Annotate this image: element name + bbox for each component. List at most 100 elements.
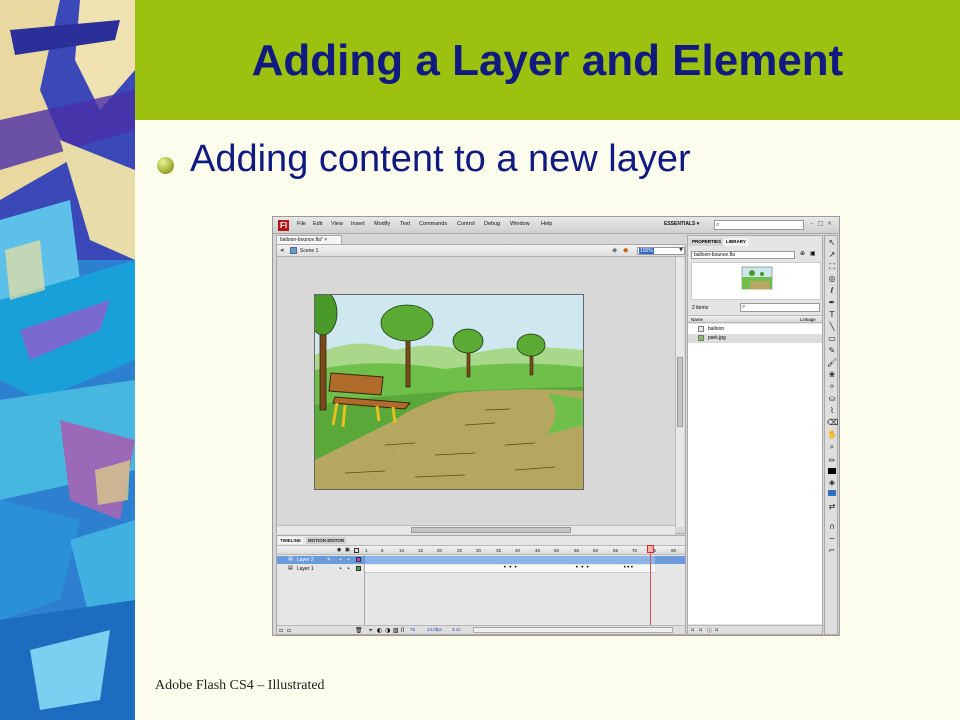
list-item[interactable]: park.jpg	[688, 334, 822, 343]
menu-window[interactable]: Window	[510, 221, 530, 227]
menu-insert[interactable]: Insert	[351, 221, 365, 227]
eye-icon[interactable]: ◉	[337, 547, 341, 553]
delete-icon[interactable]: ▫	[715, 627, 718, 633]
smooth-icon[interactable]: ~	[827, 534, 837, 544]
layer-1-frames[interactable]: • • • • • • •••	[365, 564, 655, 573]
tab-library[interactable]: LIBRARY	[723, 238, 749, 246]
playhead[interactable]	[650, 545, 651, 627]
straighten-icon[interactable]: ⌐	[827, 546, 837, 556]
line-tool-icon[interactable]: ╲	[827, 322, 837, 332]
library-search-input[interactable]: ⌕	[740, 303, 820, 312]
layer-color-swatch[interactable]	[356, 566, 361, 571]
menu-control[interactable]: Control	[457, 221, 475, 227]
playhead-handle[interactable]	[647, 545, 654, 553]
rectangle-tool-icon[interactable]: ▭	[827, 334, 837, 344]
frame-number: 10	[399, 548, 405, 553]
fill-color-icon[interactable]: ◈	[827, 478, 837, 488]
subselection-tool-icon[interactable]: ↗	[827, 250, 837, 260]
fill-color-swatch[interactable]	[828, 490, 836, 496]
edit-symbol-icon[interactable]: ◆	[623, 246, 628, 254]
layer-row-layer-2[interactable]: ▤ Layer 2 ✎ • •	[277, 556, 685, 564]
selection-tool-icon[interactable]: ↖	[827, 238, 837, 248]
text-tool-icon[interactable]: T	[827, 310, 837, 320]
menu-modify[interactable]: Modify	[374, 221, 390, 227]
vertical-scrollbar[interactable]	[675, 257, 684, 527]
onion-markers-icon[interactable]: ⌷	[401, 627, 405, 635]
snap-icon[interactable]: ∩	[827, 522, 837, 532]
menu-edit[interactable]: Edit	[313, 221, 322, 227]
new-layer-icon[interactable]: ▫	[279, 627, 283, 634]
layer-color-swatch[interactable]	[356, 557, 361, 562]
workspace-switcher[interactable]: ESSENTIALS ▾	[664, 221, 699, 227]
visibility-dot-icon[interactable]: •	[339, 557, 342, 563]
menu-debug[interactable]: Debug	[484, 221, 500, 227]
lock-dot-icon[interactable]: •	[347, 566, 350, 572]
close-icon[interactable]: ×	[827, 220, 832, 227]
menu-text[interactable]: Text	[400, 221, 410, 227]
new-folder-icon[interactable]: ▫	[287, 627, 291, 634]
horizontal-scrollbar[interactable]	[277, 525, 675, 534]
tab-motion-editor[interactable]: MOTION EDITOR	[306, 537, 347, 544]
lock-dot-icon[interactable]: •	[347, 557, 350, 563]
eyedropper-tool-icon[interactable]: ⌇	[827, 406, 837, 416]
outline-icon[interactable]	[354, 548, 359, 553]
onion-skin-icon[interactable]: ◐	[377, 627, 382, 634]
edit-frames-icon[interactable]: ▧	[393, 627, 399, 634]
timeline-horizontal-scrollbar[interactable]	[473, 627, 673, 633]
zoom-select[interactable]: 100% ▼	[637, 247, 685, 255]
stroke-color-icon[interactable]: ✏	[827, 456, 837, 466]
bone-tool-icon[interactable]: ✧	[827, 382, 837, 392]
tab-timeline[interactable]: TIMELINE	[278, 537, 303, 544]
keyframe-icon: •••	[623, 564, 634, 571]
new-folder-icon[interactable]: ▫	[699, 627, 702, 633]
stage-park-image[interactable]	[314, 294, 584, 490]
help-search-input[interactable]: ⌕	[714, 220, 804, 230]
new-library-icon[interactable]: ▣	[810, 250, 816, 257]
vertical-scroll-thumb[interactable]	[677, 357, 683, 427]
layer-name: Layer 1	[297, 566, 314, 572]
properties-icon[interactable]: ⓘ	[707, 627, 712, 634]
document-tab[interactable]: balloon-bounce.fla* ×	[276, 235, 342, 244]
free-transform-tool-icon[interactable]: ⛶	[827, 262, 837, 272]
tab-properties[interactable]: PROPERTIES	[689, 238, 725, 246]
lasso-tool-icon[interactable]: ℓ	[827, 286, 837, 296]
menu-help[interactable]: Help	[541, 221, 552, 227]
pen-tool-icon[interactable]: ✒	[827, 298, 837, 308]
scene-icon	[290, 247, 297, 254]
hand-tool-icon[interactable]: ✋	[827, 430, 837, 440]
frame-number: 5	[381, 548, 384, 553]
center-frame-icon[interactable]: ⌖	[369, 627, 372, 635]
delete-icon[interactable]: 🗑	[355, 627, 363, 634]
library-file-select[interactable]: balloon-bounce.fla	[691, 251, 795, 259]
pencil-tool-icon[interactable]: ✎	[827, 346, 837, 356]
list-item[interactable]: balloon	[688, 325, 822, 334]
column-linkage[interactable]: Linkage	[800, 317, 816, 322]
menu-view[interactable]: View	[331, 221, 343, 227]
zoom-tool-icon[interactable]: ⌕	[827, 442, 837, 452]
horizontal-scroll-thumb[interactable]	[411, 527, 571, 533]
back-arrow-icon[interactable]: ◂	[280, 246, 284, 254]
new-symbol-icon[interactable]: ▫	[691, 627, 694, 633]
onion-outline-icon[interactable]: ◑	[385, 627, 390, 634]
brush-tool-icon[interactable]: 🖌	[827, 358, 837, 368]
eraser-tool-icon[interactable]: ⌫	[827, 418, 838, 428]
minimize-icon[interactable]: –	[810, 220, 813, 227]
deco-tool-icon[interactable]: ❀	[827, 370, 837, 380]
layer-row-layer-1[interactable]: ▤ Layer 1 • • • • • • • • •••	[277, 564, 685, 573]
lock-icon[interactable]: ▣	[345, 547, 350, 553]
edit-scene-icon[interactable]: ◈	[612, 246, 617, 254]
paint-bucket-tool-icon[interactable]: ⛀	[827, 394, 837, 404]
column-name[interactable]: Name	[691, 317, 703, 322]
layer-icon: ▤	[288, 556, 293, 562]
visibility-dot-icon[interactable]: •	[339, 566, 342, 572]
stroke-color-swatch[interactable]	[828, 468, 836, 474]
layer-2-frames[interactable]	[365, 556, 655, 564]
menu-commands[interactable]: Commands	[419, 221, 447, 227]
pin-icon[interactable]: ⊕	[800, 250, 805, 257]
frame-number: 35	[496, 548, 502, 553]
menu-file[interactable]: File	[297, 221, 306, 227]
maximize-icon[interactable]: □	[818, 220, 824, 227]
3d-rotation-tool-icon[interactable]: ◎	[827, 274, 837, 284]
title-bar: Adding a Layer and Element	[135, 0, 960, 120]
swap-colors-icon[interactable]: ⇄	[827, 502, 837, 512]
